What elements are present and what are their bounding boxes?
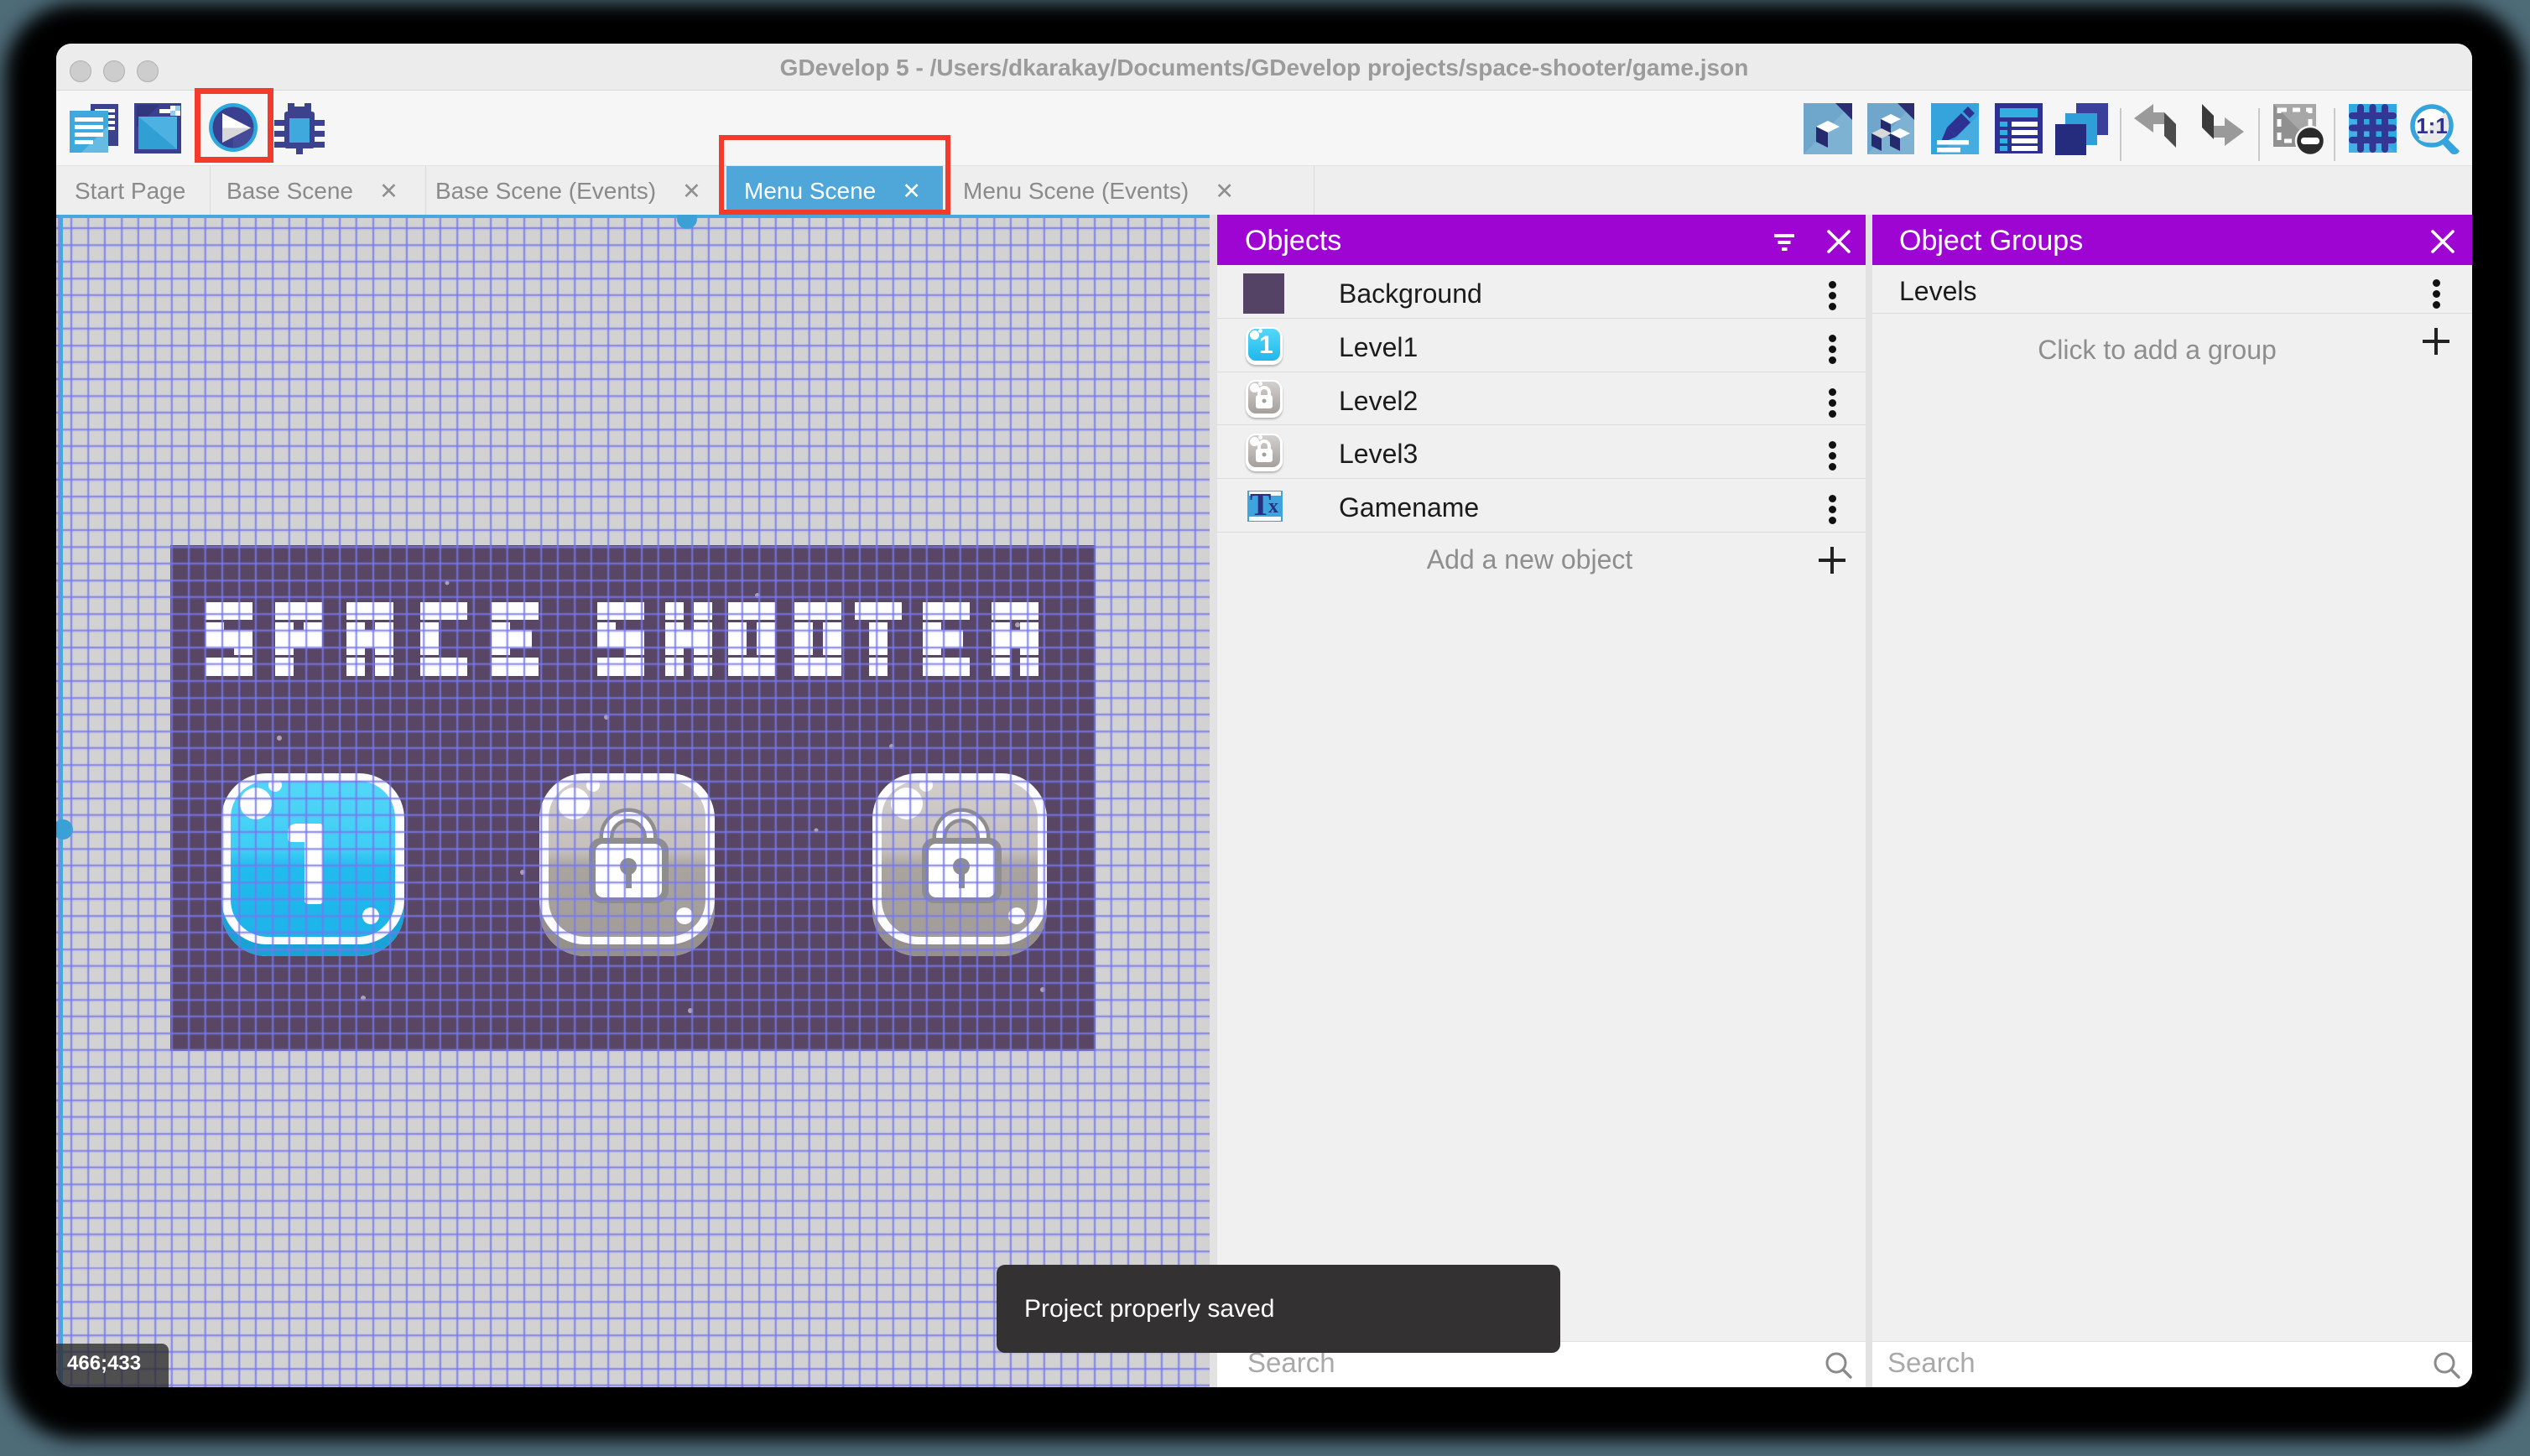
svg-text:1:1: 1:1 <box>2416 113 2448 138</box>
